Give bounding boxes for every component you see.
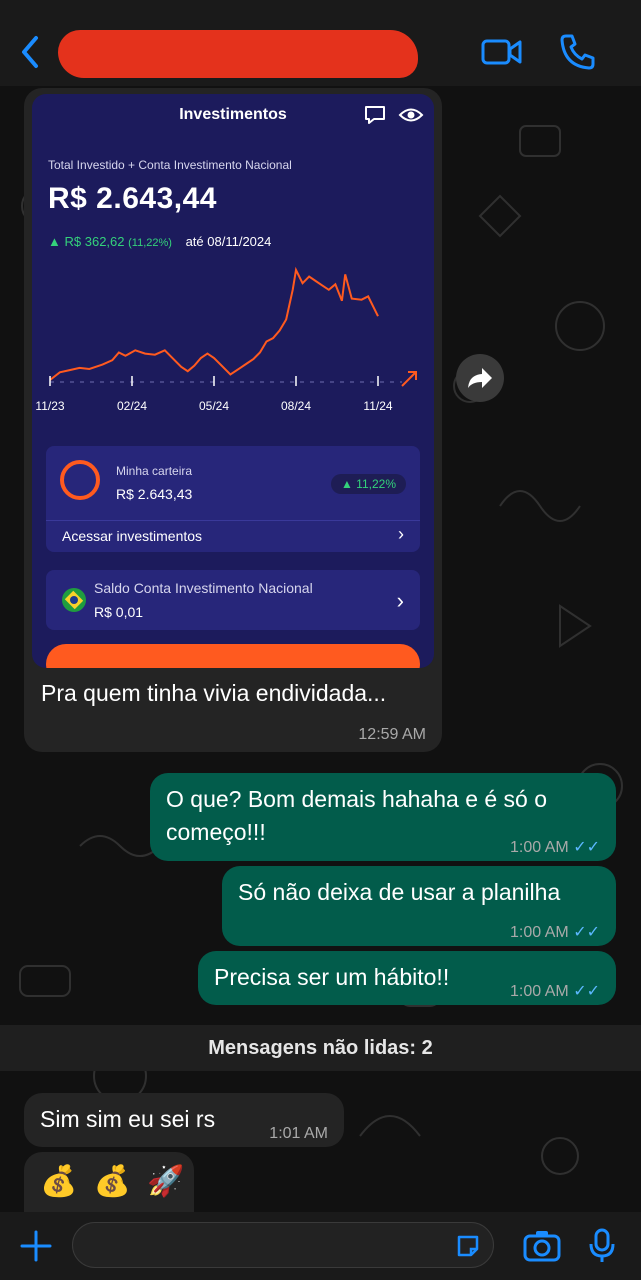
message-text: Sim sim eu sei rs bbox=[40, 1106, 216, 1132]
message-time: 1:01 AM bbox=[269, 1125, 328, 1142]
phone-icon[interactable] bbox=[556, 30, 600, 74]
chart-series-line bbox=[49, 266, 379, 381]
chevron-right-icon[interactable]: › bbox=[397, 588, 404, 614]
portfolio-badge: ▲ 11,22% bbox=[330, 474, 406, 494]
back-chevron-icon[interactable] bbox=[14, 30, 46, 74]
card-divider bbox=[46, 520, 420, 521]
outgoing-message[interactable]: O que? Bom demais hahaha e é só o começo… bbox=[150, 773, 616, 861]
message-time: 1:00 AM bbox=[510, 839, 569, 856]
message-input[interactable] bbox=[72, 1222, 494, 1268]
portfolio-value: R$ 2.643,43 bbox=[116, 486, 193, 502]
eye-icon bbox=[398, 108, 424, 122]
forward-button[interactable] bbox=[456, 354, 504, 402]
total-value: R$ 2.643,44 bbox=[48, 182, 217, 215]
read-receipt-icon: ✓✓ bbox=[573, 839, 600, 856]
total-label: Total Investido + Conta Investimento Nac… bbox=[48, 158, 292, 172]
incoming-emoji-message[interactable]: 💰 💰 🚀 bbox=[24, 1152, 194, 1214]
x-tick-label: 11/23 bbox=[35, 399, 64, 413]
x-tick-label: 08/24 bbox=[281, 399, 311, 413]
incoming-message[interactable]: Sim sim eu sei rs 1:01 AM bbox=[24, 1093, 344, 1147]
expand-arrow-icon bbox=[401, 371, 417, 387]
gain-row: ▲ R$ 362,62 (11,22%) até 08/11/2024 bbox=[48, 234, 271, 249]
x-tick-label: 02/24 bbox=[117, 399, 147, 413]
microphone-icon[interactable] bbox=[582, 1226, 622, 1266]
investment-line-chart: 11/23 02/24 05/24 08/24 11/24 bbox=[35, 266, 417, 413]
plus-icon[interactable] bbox=[16, 1226, 56, 1266]
portfolio-label: Minha carteira bbox=[116, 464, 193, 478]
chevron-right-icon[interactable]: › bbox=[398, 524, 404, 545]
read-receipt-icon: ✓✓ bbox=[573, 924, 600, 941]
portfolio-card[interactable]: Minha carteira R$ 2.643,43 ▲ 11,22% Aces… bbox=[46, 446, 420, 552]
message-status: 1:00 AM ✓✓ bbox=[510, 831, 600, 864]
brazil-flag-icon bbox=[62, 588, 86, 612]
sticker-icon[interactable] bbox=[453, 1231, 483, 1261]
chat-header bbox=[0, 0, 641, 86]
balance-card[interactable]: Saldo Conta Investimento Nacional R$ 0,0… bbox=[46, 570, 420, 630]
message-time: 1:00 AM bbox=[510, 924, 569, 941]
video-call-icon[interactable] bbox=[480, 30, 524, 74]
invest-button[interactable] bbox=[46, 644, 420, 668]
balance-label: Saldo Conta Investimento Nacional bbox=[94, 580, 313, 596]
balance-value: R$ 0,01 bbox=[94, 604, 144, 620]
message-time: 12:59 AM bbox=[358, 726, 426, 743]
gain-date: até 08/11/2024 bbox=[185, 234, 272, 249]
up-arrow-icon: ▲ bbox=[48, 234, 61, 249]
gain-percent: (11,22%) bbox=[128, 237, 172, 249]
message-time: 1:00 AM bbox=[510, 983, 569, 1000]
read-receipt-icon: ✓✓ bbox=[573, 983, 600, 1000]
redacted-contact-name[interactable] bbox=[58, 30, 418, 78]
gain-value: R$ 362,62 bbox=[64, 234, 125, 249]
access-investments-link[interactable]: Acessar investimentos bbox=[62, 528, 202, 544]
outgoing-message[interactable]: Precisa ser um hábito!! 1:00 AM ✓✓ bbox=[198, 951, 616, 1005]
x-tick-label: 05/24 bbox=[199, 399, 229, 413]
message-text: 💰 💰 🚀 bbox=[40, 1165, 189, 1198]
x-tick-label: 11/24 bbox=[363, 399, 392, 413]
message-text: Precisa ser um hábito!! bbox=[214, 964, 450, 990]
image-message-bubble[interactable]: Investimentos Total Investido + Conta In… bbox=[24, 88, 442, 752]
message-input-bar bbox=[0, 1212, 641, 1280]
message-status: 1:00 AM ✓✓ bbox=[510, 975, 600, 1008]
outgoing-message[interactable]: Só não deixa de usar a planilha 1:00 AM … bbox=[222, 866, 616, 946]
investment-screenshot[interactable]: Investimentos Total Investido + Conta In… bbox=[32, 94, 434, 668]
message-text: Só não deixa de usar a planilha bbox=[238, 879, 561, 905]
donut-chart-icon bbox=[60, 460, 100, 500]
forward-arrow-icon bbox=[468, 368, 492, 388]
unread-messages-banner: Mensagens não lidas: 2 bbox=[0, 1025, 641, 1071]
camera-icon[interactable] bbox=[522, 1226, 562, 1266]
chat-bubble-icon bbox=[365, 106, 385, 124]
message-status: 1:00 AM ✓✓ bbox=[510, 916, 600, 949]
message-text: Pra quem tinha vivia endividada... bbox=[41, 680, 387, 706]
